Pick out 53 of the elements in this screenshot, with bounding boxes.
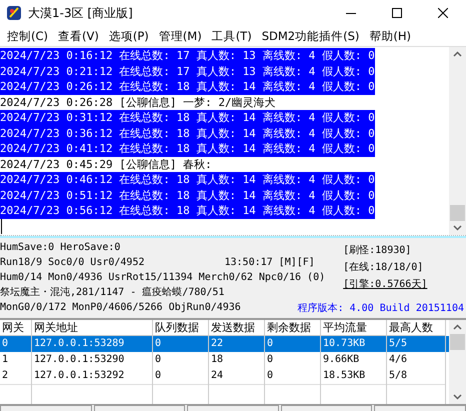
counter-text: [刷怪:18930] xyxy=(343,244,412,258)
version-text: 程序版本: 4.00 Build 20151104 xyxy=(298,302,465,314)
table-row[interactable]: 2 127.0.0.1:53292 0 24 0 18.53KB 5/8 xyxy=(0,368,449,384)
bottom-button[interactable] xyxy=(0,405,92,411)
table-cell: 24 xyxy=(209,368,265,385)
clock-text: 13:50:17 [M][F] xyxy=(224,256,315,270)
text-caret xyxy=(1,218,2,234)
scrollbar-thumb[interactable] xyxy=(450,334,465,350)
bottom-button[interactable] xyxy=(187,405,279,411)
status-text: Run18/9 Soc0/0 Usr0/4952 xyxy=(0,256,144,270)
table-cell: 0 xyxy=(265,368,321,385)
bottom-button[interactable] xyxy=(94,405,186,411)
table-row[interactable]: 0 127.0.0.1:53289 0 22 0 10.73KB 5/5 xyxy=(0,336,449,352)
column-header[interactable]: 最高人数 xyxy=(387,320,446,336)
maximize-icon xyxy=(392,8,402,18)
status-text: MonG0/0/172 MonP0/4606/5266 ObjRun0/4936 xyxy=(0,301,241,315)
menu-item[interactable]: 控制(C) xyxy=(2,26,54,46)
menu-item[interactable]: 选项(P) xyxy=(104,26,154,46)
bottom-button[interactable] xyxy=(280,405,372,411)
window-title: 大漠1-3区 [商业版] xyxy=(28,4,134,22)
column-header[interactable]: 发送数据 xyxy=(209,320,265,336)
table-cell: 2 xyxy=(0,368,32,385)
menu-item[interactable]: 帮助(H) xyxy=(364,26,416,46)
column-header[interactable]: 平均流量 xyxy=(321,320,387,336)
chevron-up-icon[interactable] xyxy=(453,324,462,330)
column-header[interactable]: 队列数据 xyxy=(153,320,209,336)
menu-item[interactable]: SDM2功能插件(S) xyxy=(256,26,364,46)
menu-item[interactable]: 查看(V) xyxy=(53,26,104,46)
scrollbar-thumb[interactable] xyxy=(450,205,465,221)
table-cell: 5/8 xyxy=(387,368,446,385)
log-line: 2024/7/23 0:45:29 [公聊信息] 春秋: xyxy=(0,156,212,172)
chevron-up-icon[interactable] xyxy=(453,51,462,57)
minimize-icon xyxy=(346,12,356,14)
log-line: 2024/7/23 0:26:28 [公聊信息] 一梦: 2/幽灵海犬 xyxy=(0,94,276,110)
table-cell: 0 xyxy=(153,368,209,385)
menu-item[interactable]: 工具(T) xyxy=(206,26,257,46)
status-text: 祭坛魔主・混沌,281/1147 - 瘟疫蛤蟆/780/51 xyxy=(0,286,226,300)
column-header[interactable]: 剩余数据 xyxy=(265,320,321,336)
column-header[interactable]: 网关地址 xyxy=(32,320,153,336)
counter-text: [在线:18/18/0] xyxy=(343,260,424,275)
table-cell: 18.53KB xyxy=(321,368,387,385)
close-icon xyxy=(438,8,448,18)
menu-item[interactable]: 管理(M) xyxy=(154,26,207,46)
chevron-down-icon[interactable] xyxy=(453,225,462,231)
bottom-button[interactable] xyxy=(374,405,466,411)
app-logo-icon xyxy=(6,5,22,21)
table-cell: 127.0.0.1:53292 xyxy=(32,368,153,385)
column-header[interactable]: 网关 xyxy=(0,320,32,336)
counter-text: [引擎:0.5766天] xyxy=(343,278,428,292)
status-text: HumSave:0 HeroSave:0 xyxy=(0,241,122,255)
table-row[interactable]: 1 127.0.0.1:53290 0 18 0 9.66KB 4/6 xyxy=(0,352,449,368)
chevron-down-icon[interactable] xyxy=(453,394,462,400)
status-text: Hum0/14 Mon0/4936 UsrRot15/11394 Merch0/62 Npc0/16 (0) xyxy=(0,271,326,285)
